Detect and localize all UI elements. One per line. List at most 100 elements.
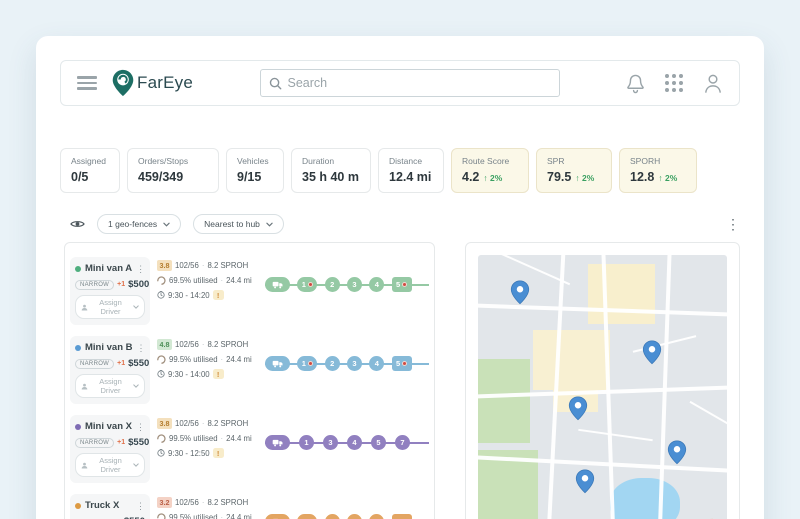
route-stop[interactable]: 2 [325,277,340,292]
geo-fences-label: 1 geo-fences [108,219,157,229]
vehicle-card[interactable]: Truck X⋮$550Assign Driver [70,494,150,519]
sort-dropdown[interactable]: Nearest to hub [193,214,284,234]
vehicle-stats-line2: 99.5% utilised·24.4 mi [157,434,255,443]
route-stop[interactable]: 2 [325,356,340,371]
stat-value: 0/5 [71,170,88,184]
vehicle-card[interactable]: Mini van B⋮ NARROW+1$550 Assign Driver [70,336,150,404]
search-input[interactable] [288,76,551,90]
brand-name: FarEye [137,73,193,93]
route-stop[interactable]: 4 [369,356,384,371]
map-pin-icon[interactable] [643,340,662,365]
route-timeline: 13457 [265,415,429,470]
assign-driver-select[interactable]: Assign Driver [75,453,145,477]
truck-icon [265,435,290,450]
map-pin-icon[interactable] [511,280,530,305]
vehicle-card[interactable]: Mini van X⋮NARROW+1$550Assign Driver [70,415,150,483]
map-pin-icon[interactable] [576,469,595,494]
map-pin-icon[interactable] [568,396,587,421]
sporh-value: 8.2 SPROH [207,261,248,270]
route-stop[interactable]: 1 [297,514,317,519]
route-timeline: 1 2 3 4 5 [265,494,429,519]
vehicle-row: Mini van A⋮NARROW+1$500Assign Driver3.81… [70,257,429,325]
route-stop[interactable]: 7 [395,435,410,450]
extra-count: +1 [117,439,125,446]
route-score-badge: 3.8 [157,260,172,271]
clock-icon [157,291,165,299]
vehicle-status-dot [75,503,81,509]
map-street [578,429,652,441]
map-panel [465,242,740,519]
route-timeline-track: 123 4 5 [265,277,429,293]
kebab-menu-icon[interactable]: ⋮ [136,502,145,510]
time-window-value: 9:30 - 14:20 [168,291,210,300]
stat-delta-value: 2% [665,173,677,183]
search-box[interactable] [260,69,560,97]
stat-value: 12.4 mi [389,170,431,184]
route-stop[interactable]: 1 [297,277,317,292]
route-stop[interactable]: 5 [392,514,412,519]
stat-label: Orders/Stops [138,156,208,166]
vehicle-row: Mini van B⋮ NARROW+1$550 Assign Driver 4.8 1… [70,336,429,404]
stat-value: 9/15 [237,170,261,184]
utilised-value: 99.5% utilised [169,513,218,519]
route-stop[interactable]: 5 [392,277,412,292]
route-stop-number: 5 [396,280,400,289]
apps-grid-icon[interactable] [665,74,683,92]
stats-row: Assigned0/5Orders/Stops459/349Vehicles9/… [60,148,740,193]
separator-dot: · [202,261,205,270]
route-stop[interactable]: 3 [323,435,338,450]
assign-driver-select[interactable]: Assign Driver [75,374,145,398]
stat-card-assigned: Assigned0/5 [60,148,120,193]
route-stop[interactable]: 5 [371,435,386,450]
geo-fences-dropdown[interactable]: 1 geo-fences [97,214,181,234]
vehicle-name-row: Mini van B⋮ [75,342,145,353]
kebab-menu-icon[interactable]: ⋮ [137,344,146,352]
kebab-menu-icon[interactable]: ⋮ [136,423,145,431]
route-score-badge: 4.8 [157,339,172,350]
vehicle-price: $500 [128,279,149,290]
route-stop-number: 4 [375,280,379,289]
bell-icon[interactable] [626,73,645,94]
profile-icon[interactable] [703,73,723,94]
stat-value-row: 459/349 [138,170,208,184]
vehicle-badge-row: NARROW+1$550 [75,358,145,369]
fareye-logo[interactable]: FarEye [111,69,193,97]
vehicle-stats-line1: 3.8102/56·8.2 SPROH [157,260,255,271]
vehicle-name: Mini van X [85,421,132,432]
route-stop[interactable]: 3 [347,277,362,292]
stat-label: SPORH [630,156,686,166]
map[interactable] [478,255,727,519]
route-stop[interactable]: 1 [299,435,314,450]
navbar-actions [626,73,723,94]
route-stop-number: 4 [375,359,379,368]
hamburger-menu-icon[interactable] [77,76,97,90]
stat-label: Route Score [462,156,518,166]
separator-dot: · [221,513,224,519]
truck-icon [265,277,290,292]
route-stop[interactable]: 5 [392,356,412,371]
kebab-menu-icon[interactable]: ⋮ [726,219,740,229]
kebab-menu-icon[interactable]: ⋮ [136,265,145,273]
route-stop[interactable]: 2 [325,514,340,519]
route-stop[interactable]: 1 [297,356,317,371]
route-stop[interactable]: 4 [369,277,384,292]
route-stop[interactable]: 3 [347,356,362,371]
route-stop[interactable]: 3 [347,514,362,519]
assign-driver-select[interactable]: Assign Driver [75,295,145,319]
route-score-badge: 3.2 [157,497,172,508]
eye-icon[interactable] [70,219,85,229]
stat-value-row: 12.8↑ 2% [630,170,686,184]
stat-label: Distance [389,156,433,166]
narrow-badge: NARROW [75,438,114,448]
narrow-badge: NARROW [75,280,114,290]
app-window: FarEye Assigned0/5Orders/Stops459/349Veh… [36,36,764,519]
sort-label: Nearest to hub [204,219,260,229]
map-pin-icon[interactable] [668,440,687,465]
route-stop[interactable]: 4 [347,435,362,450]
route-stop[interactable]: 4 [369,514,384,519]
utilisation-gauge-icon [157,434,166,443]
route-timeline-track: 1 2 3 4 5 [265,514,429,519]
vehicle-card[interactable]: Mini van A⋮NARROW+1$500Assign Driver [70,257,150,325]
utilised-value: 69.5% utilised [169,276,218,285]
separator-dot: · [221,434,224,443]
